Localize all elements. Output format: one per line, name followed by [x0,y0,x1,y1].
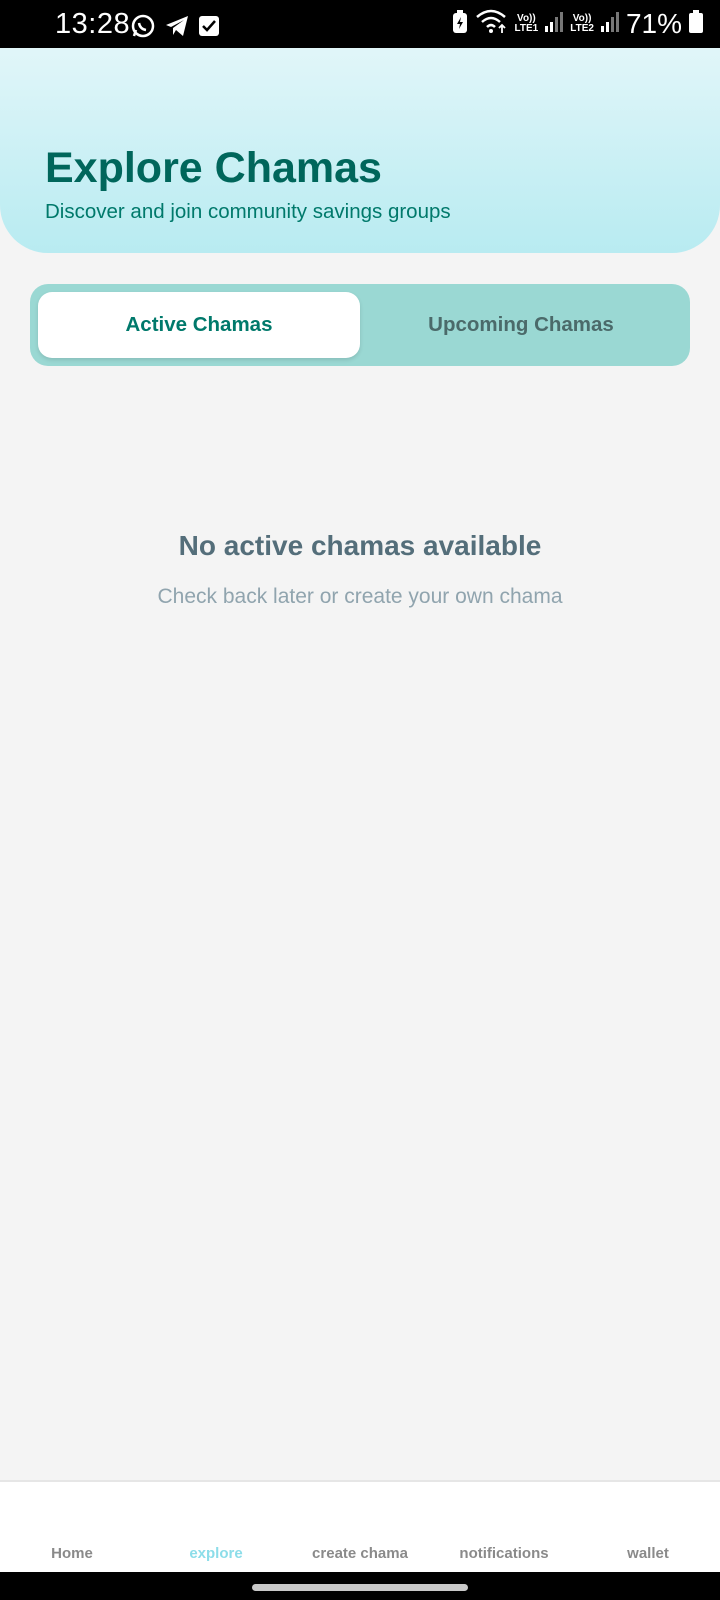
status-bar: 13:28 Vo)) LTE1 Vo)) LTE2 71% [0,0,720,48]
signal-icon [600,11,620,38]
nav-item-home[interactable]: Home [0,1482,144,1574]
status-time: 13:28 [55,8,131,40]
app-screen: 13:28 Vo)) LTE1 Vo)) LTE2 71% Explore Ch… [0,0,720,1600]
battery-icon [688,9,704,39]
nav-item-notifications[interactable]: notifications [432,1482,576,1574]
whatsapp-icon [130,13,156,44]
page-subtitle: Discover and join community savings grou… [45,200,451,223]
nav-item-create-chama[interactable]: create chama [288,1482,432,1574]
status-notification-icons [130,13,220,44]
signal-icon [544,11,564,38]
page-title: Explore Chamas [45,144,382,192]
checkbox-icon [198,15,220,42]
home-gesture-handle[interactable] [252,1584,468,1591]
chama-tabs: Active Chamas Upcoming Chamas [30,284,690,366]
empty-state-title: No active chamas available [178,530,542,561]
nav-item-explore[interactable]: explore [144,1482,288,1574]
tab-upcoming-chamas[interactable]: Upcoming Chamas [360,292,682,358]
wifi-icon [475,9,509,40]
tab-active-chamas[interactable]: Active Chamas [38,292,360,358]
nav-item-wallet[interactable]: wallet [576,1482,720,1574]
battery-percentage: 71% [625,8,682,39]
telegram-icon [164,14,190,43]
network-label-lte1: Vo)) LTE1 [514,13,539,34]
page-header: Explore Chamas Discover and join communi… [0,48,720,253]
status-system-icons: Vo)) LTE1 Vo)) LTE2 71% [451,8,704,40]
empty-state-subtitle: Check back later or create your own cham… [157,585,563,608]
system-gesture-bar [0,1572,720,1600]
battery-saver-icon [451,9,469,39]
bottom-navigation: Home explore create chama notifications … [0,1480,720,1572]
network-label-lte2: Vo)) LTE2 [570,13,594,34]
